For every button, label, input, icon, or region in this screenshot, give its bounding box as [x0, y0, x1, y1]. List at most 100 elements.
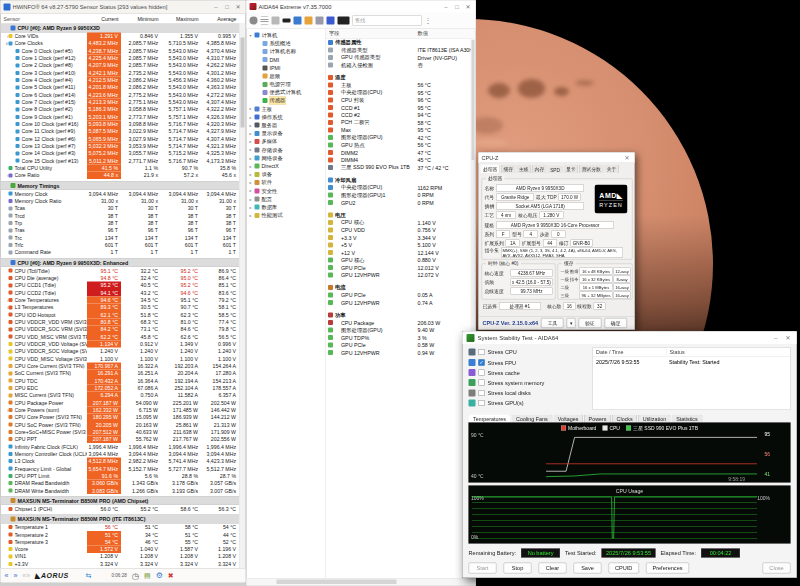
sidebar-item[interactable]: ▸操作系统 — [247, 113, 326, 121]
sensor-item[interactable]: GPU PCIe0.58 W — [326, 341, 476, 349]
sensor-row[interactable]: SoC Current (SVI3 TFN)16.291 A16.251 A20… — [1, 370, 240, 377]
bios-icon[interactable] — [338, 17, 350, 25]
sidebar-item[interactable]: 计算机名称 — [247, 47, 326, 55]
sensor-row[interactable]: Trc134 T134 T134 T134 T — [1, 234, 240, 241]
aida64-hscrollbar[interactable] — [247, 578, 476, 586]
sensor-row[interactable]: DRAM Read Bandwidth3.060 GB/s1.343 GB/s3… — [1, 480, 240, 487]
sensor-row[interactable]: CPU (Tctl/Tdie)95.1 °C32.2 °C95.2 °C86.9… — [1, 267, 240, 274]
sensor-row[interactable]: Infinity Fabric Clock (FCLK)1,996.4 MHz1… — [1, 443, 240, 450]
sidebar-item[interactable]: ▸显示设备 — [247, 129, 326, 137]
sensor-item[interactable]: Max95 °C — [326, 126, 476, 134]
sensor-item[interactable]: +12 V12.144 V — [326, 249, 476, 257]
sensor-section-header[interactable]: MAXSUN MS-Terminator B850M PRO (AMD Chip… — [1, 496, 240, 505]
ok-button[interactable]: 确定 — [604, 318, 627, 328]
sync-arrows-icon[interactable]: ⇆ — [86, 572, 92, 579]
cpuz-tab[interactable]: 关于 — [604, 165, 619, 174]
sensor-group-header[interactable]: 冷却风扇 — [326, 176, 476, 184]
sensor-row[interactable]: Tcas30 T30 T30 T30 T — [1, 205, 240, 212]
sensor-row[interactable]: DRAM Write Bandwidth3.083 GB/s1.266 GB/s… — [1, 487, 240, 494]
sidebar-item[interactable]: ▸DirectX — [247, 162, 326, 170]
cpuz-tab[interactable]: SPD — [548, 166, 563, 174]
quit-icon[interactable]: ✖ — [168, 572, 174, 579]
close-icon[interactable]: ✕ — [623, 154, 632, 161]
sensor-row[interactable]: Memory Controller Clock (UCLK)3,094.4 MH… — [1, 450, 240, 457]
sensor-row[interactable]: CPU TDC170.432 A16.364 A192.194 A154.213… — [1, 377, 240, 384]
processor-select[interactable]: 处理器 #1 — [499, 303, 541, 310]
stability-tab[interactable]: Voltages — [553, 415, 583, 423]
cpuz-tab[interactable]: 主板 — [516, 165, 531, 174]
sensor-item[interactable]: PCH 二极管58 °C — [326, 119, 476, 127]
sensor-row[interactable]: CPU Package Power207.187 W54.090 W225.20… — [1, 399, 240, 406]
sensor-row[interactable]: Temperature 251 °C34 °C51 °C44 °C — [1, 531, 240, 538]
sidebar-item[interactable]: ▸配置 — [247, 195, 326, 203]
maximize-icon[interactable]: □ — [453, 3, 462, 10]
user-icon[interactable] — [327, 17, 335, 25]
sensor-row[interactable]: CPU Core Current (SVI3 TFN)170.967 A16.3… — [1, 362, 240, 369]
sidebar-item[interactable]: ▸性能测试 — [247, 211, 326, 219]
sensor-group-header[interactable]: 功率 — [326, 311, 476, 319]
sensor-row[interactable]: +3.3V3.324 V3.324 V3.324 V3.324 V — [1, 560, 240, 567]
sidebar-item[interactable]: ▸数据库 — [247, 203, 326, 211]
minus-icon[interactable] — [283, 19, 291, 23]
sensor-row[interactable]: ›Core Powers (sum)162.332 W6.715 W171.48… — [1, 406, 240, 413]
sensor-item[interactable]: 三星 SSD 990 EVO Plus 1TB37 °C / 42 °C — [326, 164, 476, 172]
sidebar-item[interactable]: ▸主板 — [247, 105, 326, 113]
sensor-row[interactable]: Frequency Limit - Global5,654.7 MHz5,152… — [1, 465, 240, 472]
cpuz-tab[interactable]: 缓存 — [501, 165, 516, 174]
aida64-titlebar[interactable]: AIDA64 Extreme v7.35.7000 – □ ✕ — [247, 1, 476, 13]
sensor-item[interactable]: DIMM445 °C — [326, 156, 476, 164]
sensor-item[interactable]: CCD #195 °C — [326, 104, 476, 112]
stress-option[interactable]: Stress GPU(s) — [469, 398, 587, 408]
sensor-group-header[interactable]: 传感器属性 — [326, 39, 476, 47]
sidebar-item[interactable]: ▸网络设备 — [247, 154, 326, 162]
sensor-item[interactable]: 中央处理器(CPU)1162 RPM — [326, 184, 476, 192]
stability-tab[interactable]: Statistics — [672, 415, 703, 423]
sensor-row[interactable]: Total CPU Utility41.5 %1.1 %90.7 %35.8 % — [1, 164, 240, 171]
sensor-row[interactable]: Trcd38 T38 T38 T38 T — [1, 212, 240, 219]
sensor-row[interactable]: Command Rate1 T1 T1 T1 T — [1, 249, 240, 256]
sensor-row[interactable]: CPU VDDCR_SOC VRM (SVI3 TFN)84.2 °C73.1 … — [1, 326, 240, 333]
sensor-item[interactable]: 传感器类型ITE IT8613E (ISA A30h) — [326, 46, 476, 54]
sidebar-item[interactable]: ▾计算机 — [247, 31, 326, 39]
sensor-row[interactable]: CPU VDD_MISC VRM (SVI3 TFN)62.2 °C45.8 °… — [1, 333, 240, 340]
sensor-row[interactable]: Chipset 1 (PCH)56.0 °C55.2 °C58.6 °C56.3… — [1, 505, 240, 512]
stability-titlebar[interactable]: System Stability Test - AIDA64 – ✕ — [463, 332, 797, 345]
sensor-row[interactable]: Memory Clock3,094.4 MHz3,094.4 MHz3,094.… — [1, 190, 240, 197]
sensor-item[interactable]: +5 V5.100 V — [326, 241, 476, 249]
sensor-row[interactable]: Core 6 Clock (perf #14)4,223.6 MHz2,775.… — [1, 91, 240, 98]
sensor-item[interactable]: CPU 核心1.140 V — [326, 219, 476, 227]
sensor-row[interactable]: CPU SoC Power (SVI3 TFN)20.205 W20.163 W… — [1, 421, 240, 428]
sensor-row[interactable]: ›Core Ratio44.8 x21.9 x57.2 x45.6 x — [1, 172, 240, 179]
sensor-row[interactable]: MISC Current (SVI3 TFN)6.294 A0.750 A11.… — [1, 392, 240, 399]
graph-legend-item[interactable]: 三星 SSD 990 EVO Plus 1TB — [626, 425, 698, 432]
close-icon[interactable]: ✕ — [784, 334, 793, 341]
sensor-row[interactable]: CPU Die (average)94.8 °C32.4 °C95.0 °C86… — [1, 274, 240, 281]
sensor-item[interactable]: DIMM247 °C — [326, 149, 476, 157]
close-button[interactable]: Close — [763, 563, 791, 574]
minimize-icon[interactable]: – — [772, 334, 781, 341]
sensor-section-header[interactable]: CPU [#0]: AMD Ryzen 9 9950X3D — [1, 24, 240, 33]
sensor-section-header[interactable]: MAXSUN MS-Terminator B850M PRO (ITE IT86… — [1, 515, 240, 524]
sensor-row[interactable]: Core 0 Clock (perf #5)4,238.7 MHz2,085.7… — [1, 47, 240, 54]
prev-page-icon[interactable]: « — [5, 572, 9, 579]
graph-legend-item[interactable]: CPU — [602, 425, 620, 431]
sensor-row[interactable]: CPU CCD1 (Tdie)95.2 °C40.5 °C95.2 °C85.1… — [1, 282, 240, 289]
sensor-item[interactable]: CPU VDD0.756 V — [326, 226, 476, 234]
sensor-item[interactable]: GPU 热点56 °C — [326, 141, 476, 149]
sidebar-item[interactable]: ▸服务器 — [247, 121, 326, 129]
sensor-row[interactable]: CPU CCD2 (Tdie)94.1 °C43.2 °C94.6 °C83.6… — [1, 289, 240, 296]
sidebar-item[interactable]: ▸存储设备 — [247, 146, 326, 154]
clear-button[interactable]: Clear — [539, 563, 567, 574]
sensor-row[interactable]: CPU VDDCR_SOC Voltage (SVI3 TFN)1.240 V1… — [1, 348, 240, 355]
sensor-section-header[interactable]: CPU [#0]: AMD Ryzen 9 9950X3D: Enhanced — [1, 258, 240, 267]
sensor-row[interactable]: VIN11.208 V1.208 V1.208 V1.208 V — [1, 553, 240, 560]
sensor-row[interactable]: ∨Core Clocks4,483.2 MHz2,085.7 MHz5,710.… — [1, 40, 240, 47]
sidebar-item[interactable]: DMI — [247, 56, 326, 64]
graph-legend-item[interactable]: Motherboard — [561, 425, 596, 431]
sensor-item[interactable]: GPU 12VHPWR0.94 W — [326, 349, 476, 357]
search-input[interactable]: 查找 — [353, 16, 422, 26]
sensor-row[interactable]: CPU VDDCR_VDD VRM (SVI3 TFN)80.8 °C68.3 … — [1, 318, 240, 325]
save-button[interactable]: Save — [574, 563, 602, 574]
sidebar-item[interactable]: ▸安全性 — [247, 187, 326, 195]
sensor-item[interactable]: 图形处理器(GPU)42 °C — [326, 134, 476, 142]
